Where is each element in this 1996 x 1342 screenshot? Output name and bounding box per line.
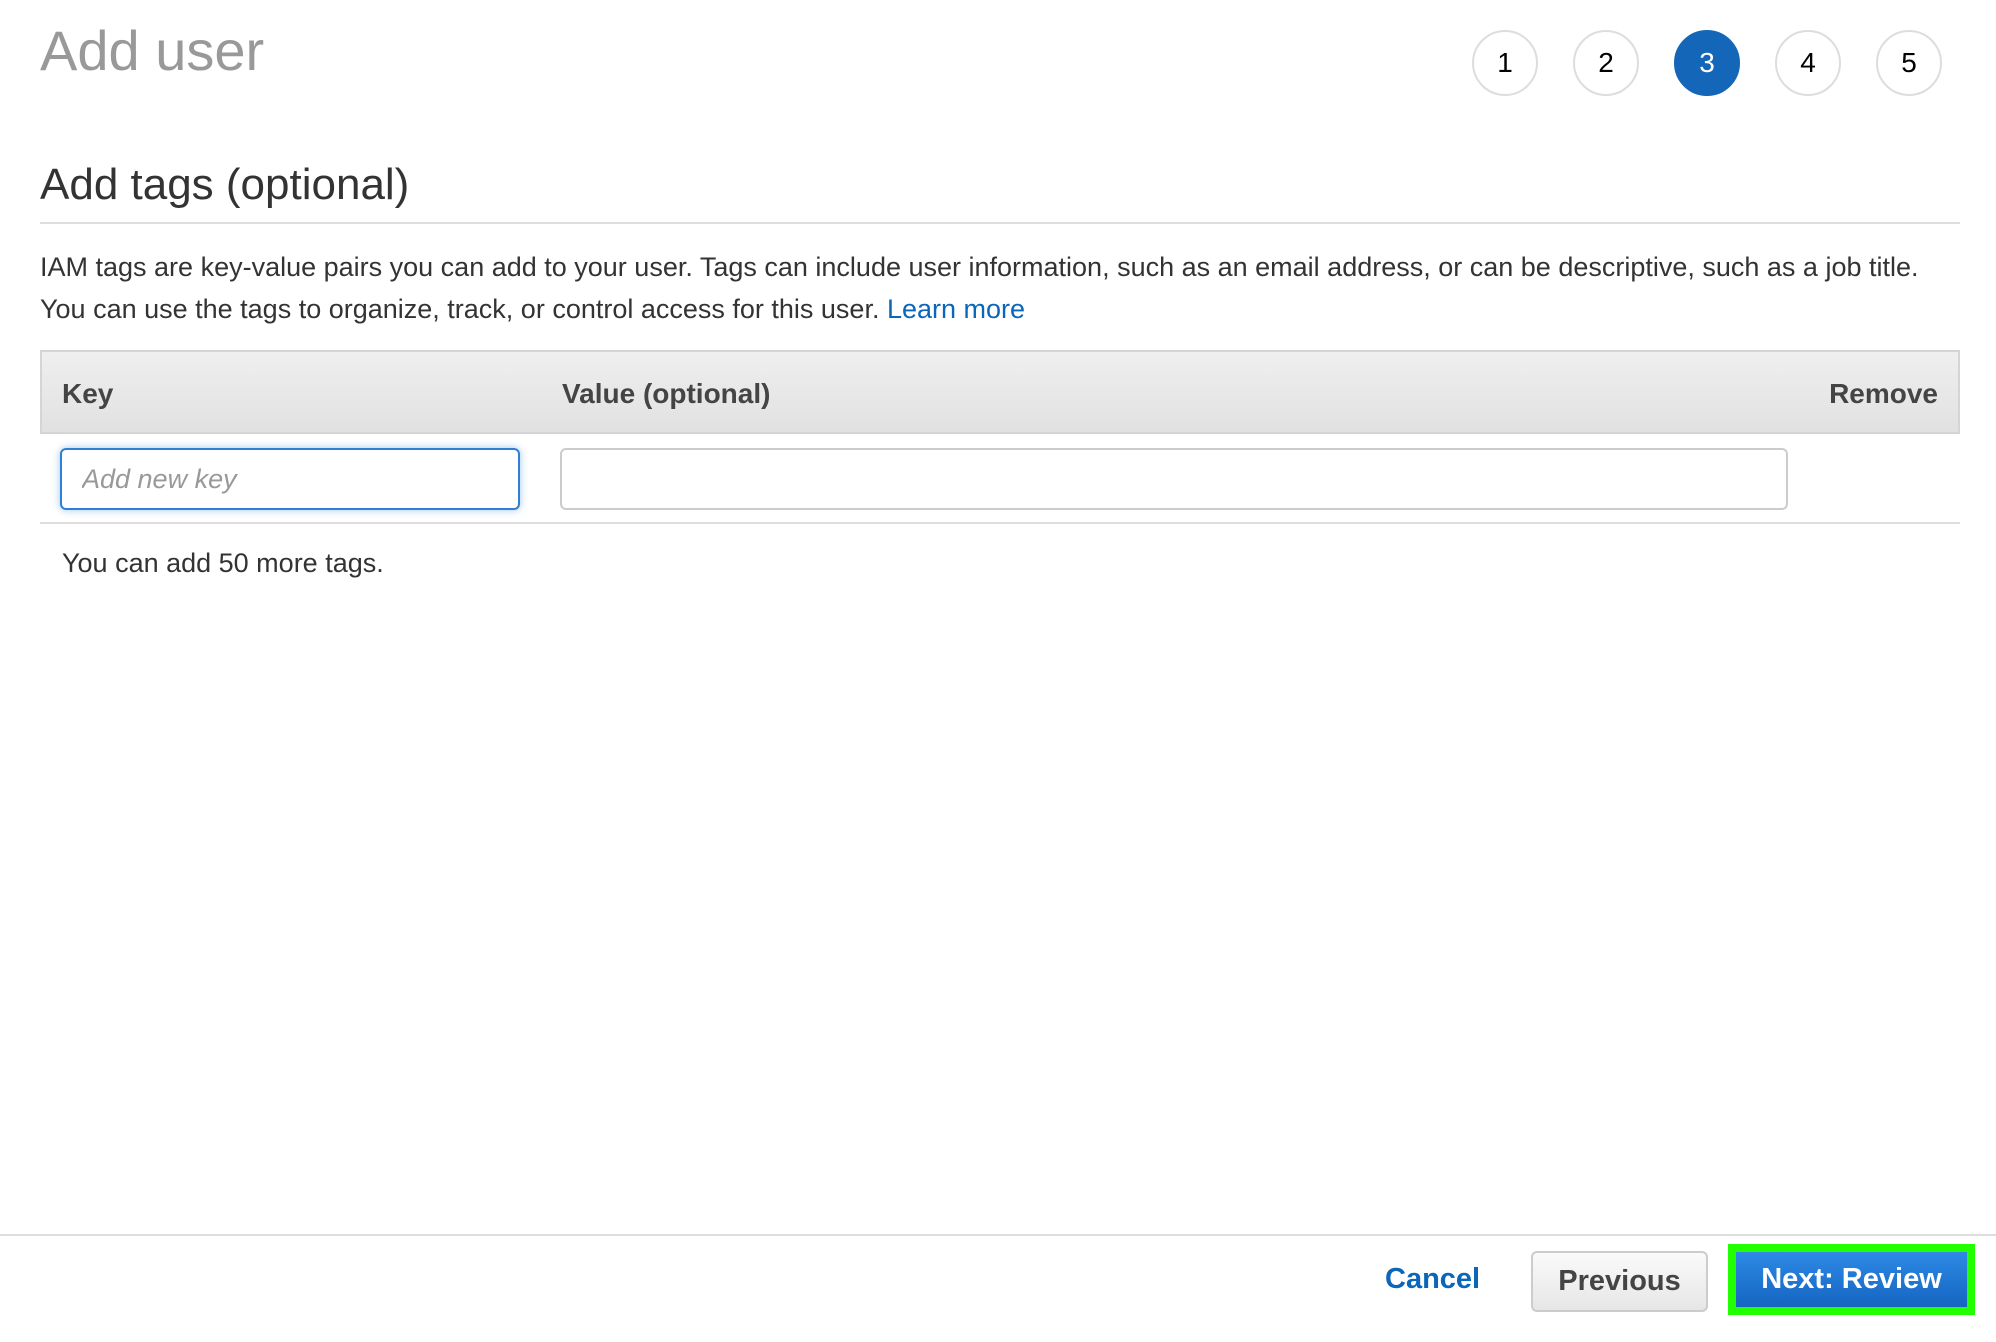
wizard-steps: 1 2 3 4 5 — [1472, 30, 1942, 96]
key-input[interactable] — [60, 448, 520, 510]
value-input[interactable] — [560, 448, 1788, 510]
table-header: Key Value (optional) Remove — [40, 350, 1960, 434]
learn-more-link[interactable]: Learn more — [887, 294, 1025, 324]
step-4[interactable]: 4 — [1775, 30, 1841, 96]
tags-table: Key Value (optional) Remove — [40, 350, 1960, 524]
section-title: Add tags (optional) — [40, 160, 410, 209]
step-1[interactable]: 1 — [1472, 30, 1538, 96]
step-3-active[interactable]: 3 — [1674, 30, 1740, 96]
cancel-button[interactable]: Cancel — [1385, 1263, 1480, 1296]
header-key: Key — [62, 378, 114, 409]
header-value: Value (optional) — [562, 378, 771, 409]
next-review-button[interactable]: Next: Review — [1736, 1252, 1967, 1307]
tag-count-text: You can add 50 more tags. — [62, 548, 384, 578]
step-5[interactable]: 5 — [1876, 30, 1942, 96]
table-row — [40, 434, 1960, 524]
next-button-highlight: Next: Review — [1728, 1244, 1975, 1315]
page-title: Add user — [40, 19, 265, 82]
section-description: IAM tags are key-value pairs you can add… — [40, 246, 1946, 330]
footer-divider — [0, 1234, 1996, 1236]
step-2[interactable]: 2 — [1573, 30, 1639, 96]
previous-button[interactable]: Previous — [1531, 1251, 1708, 1312]
header-remove: Remove — [1829, 378, 1938, 409]
section-divider — [40, 222, 1960, 224]
